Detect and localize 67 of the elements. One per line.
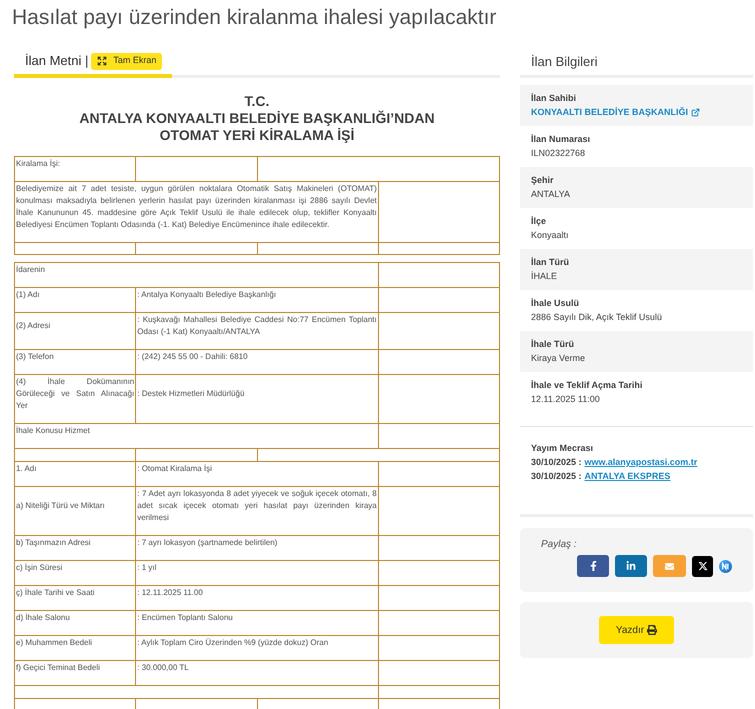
field-value: Kiraya Verme <box>531 352 586 365</box>
publication-date: 30/10/2025 : <box>531 470 582 483</box>
linkedin-icon <box>626 561 636 571</box>
expand-icon <box>97 56 108 66</box>
field-label: İhale ve Teklif Açma Tarihi <box>531 379 642 392</box>
table-cell: d) İhale Salonu <box>14 610 136 636</box>
table-cell: : Kuşkavağı Mahallesi Belediye Caddesi No:77 Encümen Toplantı Odası (-1 Kat) Konyaaltı/ANTALYA <box>136 312 378 350</box>
document-heading: T.C. <box>244 93 270 110</box>
field-label: İlan Türü <box>531 256 569 269</box>
field-label: İlçe <box>531 215 546 228</box>
document-heading: OTOMAT YERİ KİRALAMA İŞİ <box>160 127 354 144</box>
fullscreen-button[interactable]: Tam Ekran <box>91 52 162 70</box>
tab[interactable]: İlan Metni | Tam Ekran <box>14 48 172 78</box>
table-cell: İdarenin <box>14 262 378 288</box>
table-cell: : Encümen Toplantı Salonu <box>136 610 378 636</box>
publication-link[interactable]: www.alanyapostasi.com.tr <box>584 455 698 469</box>
table-cell: a) Niteliği Türü ve Miktarı <box>14 486 136 536</box>
table-cell: c) İşin Süresi <box>14 560 136 586</box>
field-label: İhale Türü <box>531 338 574 351</box>
table-cell: : 12.11.2025 11.00 <box>136 586 378 610</box>
table-cell: (4) İhale Dokümanının Görüleceği ve Satın Alınacağı Yer <box>14 374 136 424</box>
print-button[interactable]: Yazdır <box>599 616 674 644</box>
field-value: Konyaaltı <box>531 229 569 242</box>
table-cell: b) Taşınmazın Adresi <box>14 536 136 560</box>
table-cell: : 7 Adet ayrı lokasyonda 8 adet yiyecek ve soğuk içecek otomatı, 8 adet sıcak içecek otomatı yeri hasılat payı üzerinden kiraya verilmesi <box>136 486 378 536</box>
share-button[interactable] <box>692 556 713 576</box>
table-cell: 1. Adı <box>14 462 136 486</box>
table-cell: : (242) 245 55 00 - Dahili: 6810 <box>136 350 378 374</box>
table-cell: : 30.000,00 TL <box>136 660 378 686</box>
table-cell: Kiralama İşi: <box>14 156 136 182</box>
sidebar-title: İlan Bilgileri <box>531 52 598 71</box>
table-cell: e) Muhammen Bedeli <box>14 636 136 660</box>
external-link-icon <box>691 108 700 116</box>
facebook-icon <box>588 561 598 571</box>
share-label: Paylaş : <box>541 538 577 552</box>
field-label: Şehir <box>531 174 554 187</box>
x-logo-icon <box>698 561 708 571</box>
field-label: İhale Usulü <box>531 297 580 310</box>
table-cell: : Otomat Kiralama İşi <box>136 462 378 486</box>
table-cell: (2) Adresi <box>14 312 136 350</box>
table-cell: : Destek Hizmetleri Müdürlüğü <box>136 374 378 424</box>
table-cell: İhale Konusu Hizmet <box>14 424 378 448</box>
field-label: Yayım Mecrası <box>531 442 594 455</box>
table-cell: Belediyemize ait 7 adet tesiste, uygun görülen noktalara Otomatik Satış Makineleri (OTOMAT) konulması maksadıyla belirlenen yerlerin hasılat payı üzerinden kiralanması işi 2886 sayılı Devlet İhale Kanununun 45. maddesine göre Açık Teklif Usulü ile ihale edilecek olup, teklifler Konyaaltı Belediyesi Encümen Toplantı Odasında (-1. Kat) Belediye Encümenince ihale edilecektir. <box>14 182 378 242</box>
table-cell: : 7 ayrı lokasyon (şartnamede belirtilen) <box>136 536 378 560</box>
publication-date: 30/10/2025 : <box>531 456 582 469</box>
page-title: Hasılat payı üzerinden kiralanma ihalesi yapılacaktır <box>12 5 496 30</box>
publication-link[interactable]: ANTALYA EKSPRES <box>584 469 670 483</box>
document-heading: ANTALYA KONYAALTI BELEDİYE BAŞKANLIĞI’NDAN <box>79 110 435 127</box>
table-cell: : 1 yıl <box>136 560 378 586</box>
field-value: ANTALYA <box>531 188 570 201</box>
field-value: 12.11.2025 11:00 <box>531 393 600 406</box>
table-cell: : Aylık Toplam Ciro Üzerinden %9 (yüzde dokuz) Oran <box>136 636 378 660</box>
field-value: İHALE <box>531 270 558 283</box>
round-logo-icon[interactable] <box>719 560 732 572</box>
field-label: İlan Numarası <box>531 133 590 146</box>
table-cell: f) Geçici Teminat Bedeli <box>14 660 136 686</box>
printer-icon <box>647 625 658 635</box>
table-cell: : Antalya Konyaaltı Belediye Başkanlığı <box>136 288 378 312</box>
share-button[interactable] <box>577 555 609 577</box>
table-cell: ç) İhale Tarihi ve Saati <box>14 586 136 610</box>
field-value: 2886 Sayılı Dik, Açık Teklif Usulü <box>531 311 662 324</box>
envelope-icon <box>664 562 675 570</box>
table-cell: (3) Telefon <box>14 350 136 374</box>
table-cell: (1) Adı <box>14 288 136 312</box>
field-value: ILN02322768 <box>531 147 586 160</box>
field-label: İlan Sahibi <box>531 92 576 105</box>
